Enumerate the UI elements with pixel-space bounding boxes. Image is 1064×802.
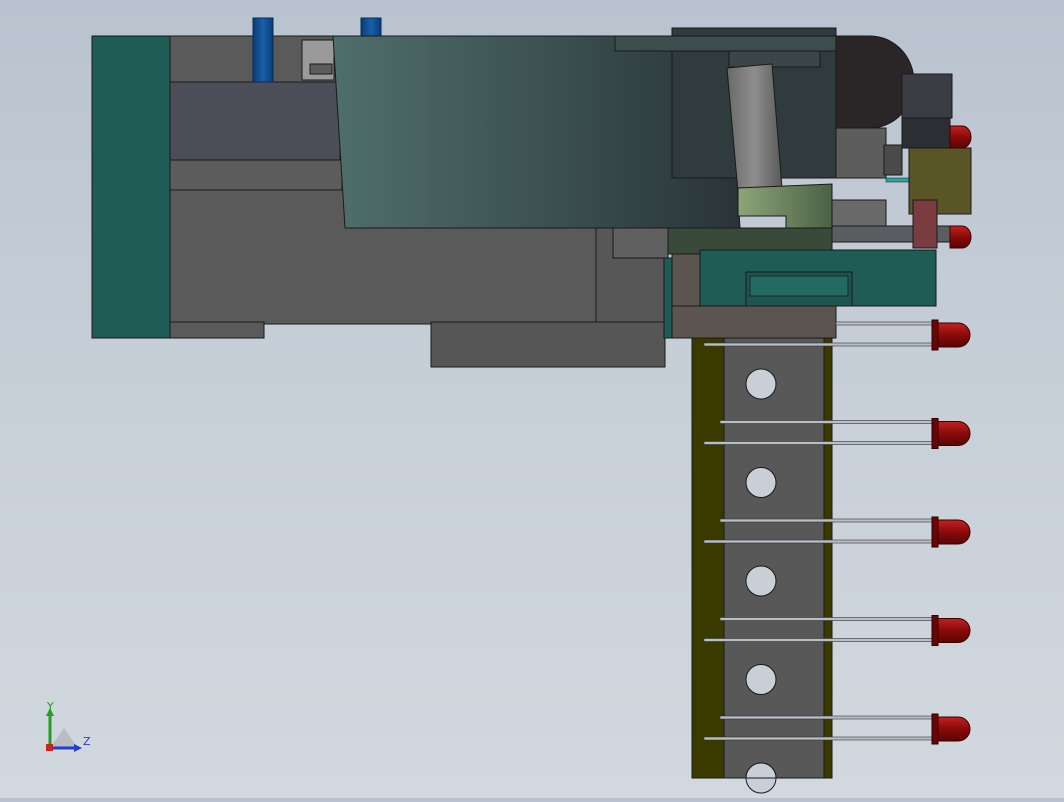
sprocket-hole <box>745 467 777 498</box>
body-bottom-strip[interactable] <box>169 321 265 339</box>
led-lead <box>719 420 935 424</box>
z-axis-label: Z <box>83 735 91 748</box>
led-body <box>937 716 971 742</box>
sprocket-hole <box>745 664 777 695</box>
led-top-2[interactable] <box>949 225 972 249</box>
led-body <box>937 322 971 348</box>
feed-strip-edge[interactable] <box>823 337 833 779</box>
motor-mount[interactable] <box>901 117 951 149</box>
origin-icon <box>46 744 53 751</box>
left-end-plate[interactable] <box>91 35 171 339</box>
teal-rod[interactable] <box>885 177 911 183</box>
led-lead <box>703 638 935 642</box>
cylinder-right[interactable] <box>360 17 382 37</box>
sensor-red-tab[interactable] <box>912 199 938 249</box>
y-axis-label: Y <box>46 700 54 713</box>
cylinder-left[interactable] <box>252 17 274 83</box>
led-lead <box>719 715 935 720</box>
led-rim <box>931 516 939 548</box>
led-lead <box>703 441 935 445</box>
led-lead <box>719 518 935 523</box>
teal-base-inner[interactable] <box>749 275 849 297</box>
feed-strip[interactable] <box>723 337 825 779</box>
top-bracket-slot[interactable] <box>309 63 333 75</box>
led-rim <box>931 418 939 449</box>
housing-inner-lip[interactable] <box>728 50 821 68</box>
led-lead <box>835 321 935 326</box>
led-lead <box>703 736 935 741</box>
led-rim <box>931 615 939 646</box>
body-mid-band[interactable] <box>169 159 343 191</box>
graphics-viewport[interactable]: Y Z <box>0 0 1064 798</box>
led-top-1[interactable] <box>949 125 972 149</box>
mechanism-bar[interactable] <box>831 225 963 243</box>
sprocket-hole <box>745 565 777 597</box>
brown-bracket-base[interactable] <box>671 305 837 339</box>
mechanism-post[interactable] <box>883 144 903 176</box>
center-small-block[interactable] <box>612 227 669 259</box>
body-upper-band[interactable] <box>169 81 341 161</box>
led-lead <box>719 617 935 621</box>
housing-top-lip[interactable] <box>614 35 837 52</box>
green-clamp[interactable] <box>737 183 833 233</box>
triad-plane-icon <box>50 728 78 748</box>
led-lead <box>703 539 935 544</box>
feed-tab[interactable] <box>691 337 725 779</box>
led-body <box>937 618 971 643</box>
coordinate-triad: Y Z <box>40 700 100 760</box>
sprocket-hole <box>745 368 777 400</box>
led-body <box>937 421 971 446</box>
motor-end-cap[interactable] <box>901 73 953 119</box>
mechanism-frame[interactable] <box>835 127 887 179</box>
cad-model-view[interactable] <box>0 0 1064 798</box>
led-body <box>937 519 971 545</box>
led-rim <box>931 713 939 745</box>
mechanism-arm[interactable] <box>831 199 887 227</box>
lower-step-block[interactable] <box>430 321 666 368</box>
led-lead <box>703 342 935 347</box>
led-rim <box>931 319 939 351</box>
z-arrow-icon <box>74 744 82 752</box>
